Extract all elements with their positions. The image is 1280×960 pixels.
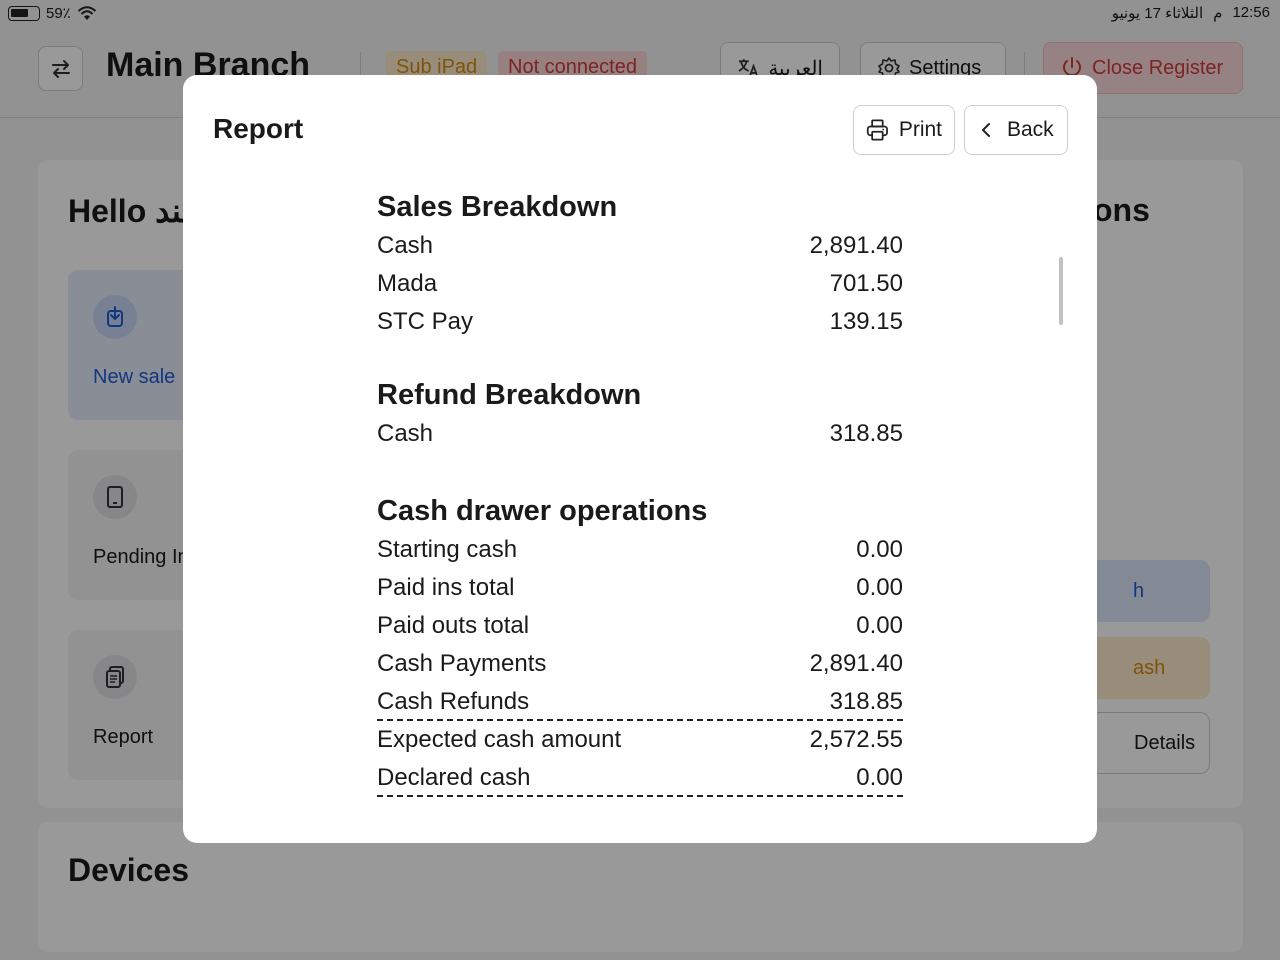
row-label: Cash Payments [377, 650, 547, 677]
print-button[interactable]: Print [853, 105, 955, 155]
row-value: 318.85 [829, 688, 903, 715]
back-button[interactable]: Back [964, 105, 1068, 155]
row-label: Cash [377, 232, 434, 259]
row-value: 0.00 [856, 612, 903, 639]
row-label: Cash Refunds [377, 688, 530, 715]
row-value: 139.15 [829, 308, 903, 335]
row-label: Declared cash [377, 764, 531, 791]
row-label: Paid outs total [377, 612, 530, 639]
chevron-left-icon [982, 123, 990, 137]
row-value: 2,891.40 [809, 232, 903, 259]
row-label: Starting cash [377, 536, 518, 563]
row-value: 0.00 [856, 536, 903, 563]
report-row: Cash 318.85 [377, 415, 903, 453]
report-row: Paid ins total 0.00 [377, 569, 903, 607]
row-value: 318.85 [829, 420, 903, 447]
row-label: Mada [377, 270, 438, 297]
row-value: 0.00 [856, 764, 903, 791]
refund-breakdown-title: Refund Breakdown [377, 379, 642, 411]
report-row: Starting cash 0.00 [377, 531, 903, 569]
print-label: Print [898, 118, 942, 141]
report-row: Cash Refunds 318.85 [377, 683, 903, 721]
row-value: 2,891.40 [809, 650, 903, 677]
row-value: 701.50 [829, 270, 903, 297]
printer-icon [866, 119, 888, 141]
report-scrollbar[interactable] [1059, 257, 1063, 325]
report-row: Cash 2,891.40 [377, 227, 903, 265]
report-row: Mada 701.50 [377, 265, 903, 303]
report-row: Cash Payments 2,891.40 [377, 645, 903, 683]
cash-drawer-title: Cash drawer operations [377, 495, 708, 527]
modal-title: Report [213, 113, 304, 144]
row-label: STC Pay [377, 308, 474, 335]
row-label: Expected cash amount [377, 726, 622, 753]
report-row: Expected cash amount 2,572.55 [377, 721, 903, 759]
sales-breakdown-title: Sales Breakdown [377, 191, 618, 223]
row-label: Paid ins total [377, 574, 515, 601]
report-row: Declared cash 0.00 [377, 759, 903, 797]
row-value: 0.00 [856, 574, 903, 601]
row-value: 2,572.55 [809, 726, 903, 753]
report-row: Paid outs total 0.00 [377, 607, 903, 645]
row-label: Cash [377, 420, 434, 447]
report-row: STC Pay 139.15 [377, 303, 903, 341]
back-label: Back [1007, 118, 1054, 141]
report-modal: Report Print Back Sales Breakdown Cash 2… [183, 75, 1097, 843]
report-body: Sales Breakdown Cash 2,891.40 Mada 701.5… [377, 187, 903, 797]
